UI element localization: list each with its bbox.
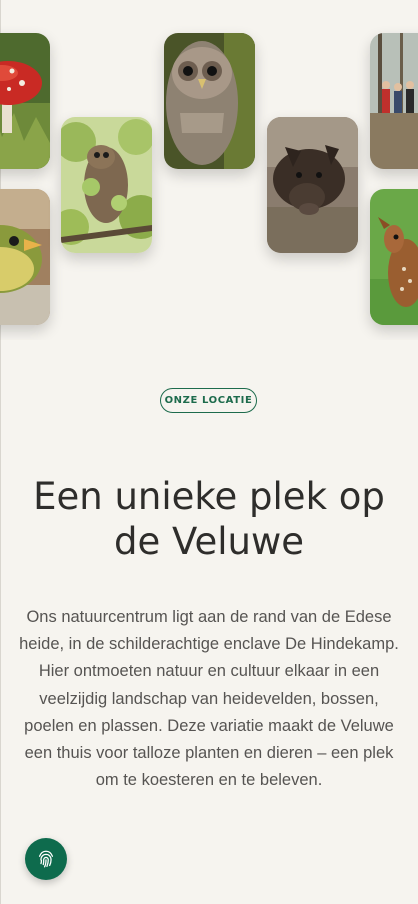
fingerprint-icon	[35, 848, 57, 870]
photo-tawny-owl[interactable]	[164, 33, 255, 169]
location-badge-label: ONZE LOCATIE	[164, 395, 253, 406]
photo-fly-agaric-mushroom[interactable]	[0, 33, 50, 169]
photo-gallery	[0, 0, 418, 340]
page-title-line-2: de Veluwe	[114, 520, 304, 563]
location-badge: ONZE LOCATIE	[160, 388, 257, 413]
location-description: Ons natuurcentrum ligt aan de rand van d…	[19, 608, 399, 790]
photo-fawn[interactable]	[370, 189, 418, 325]
photo-wild-boar[interactable]	[267, 117, 358, 253]
photo-group-of-visitors[interactable]	[370, 33, 418, 169]
page-title-line-1: Een unieke plek op	[33, 475, 385, 518]
photo-young-bird[interactable]	[0, 189, 50, 325]
page-title: Een unieke plek op de Veluwe	[20, 474, 398, 564]
photo-owl-in-branches[interactable]	[61, 117, 152, 253]
fingerprint-button[interactable]	[25, 838, 67, 880]
